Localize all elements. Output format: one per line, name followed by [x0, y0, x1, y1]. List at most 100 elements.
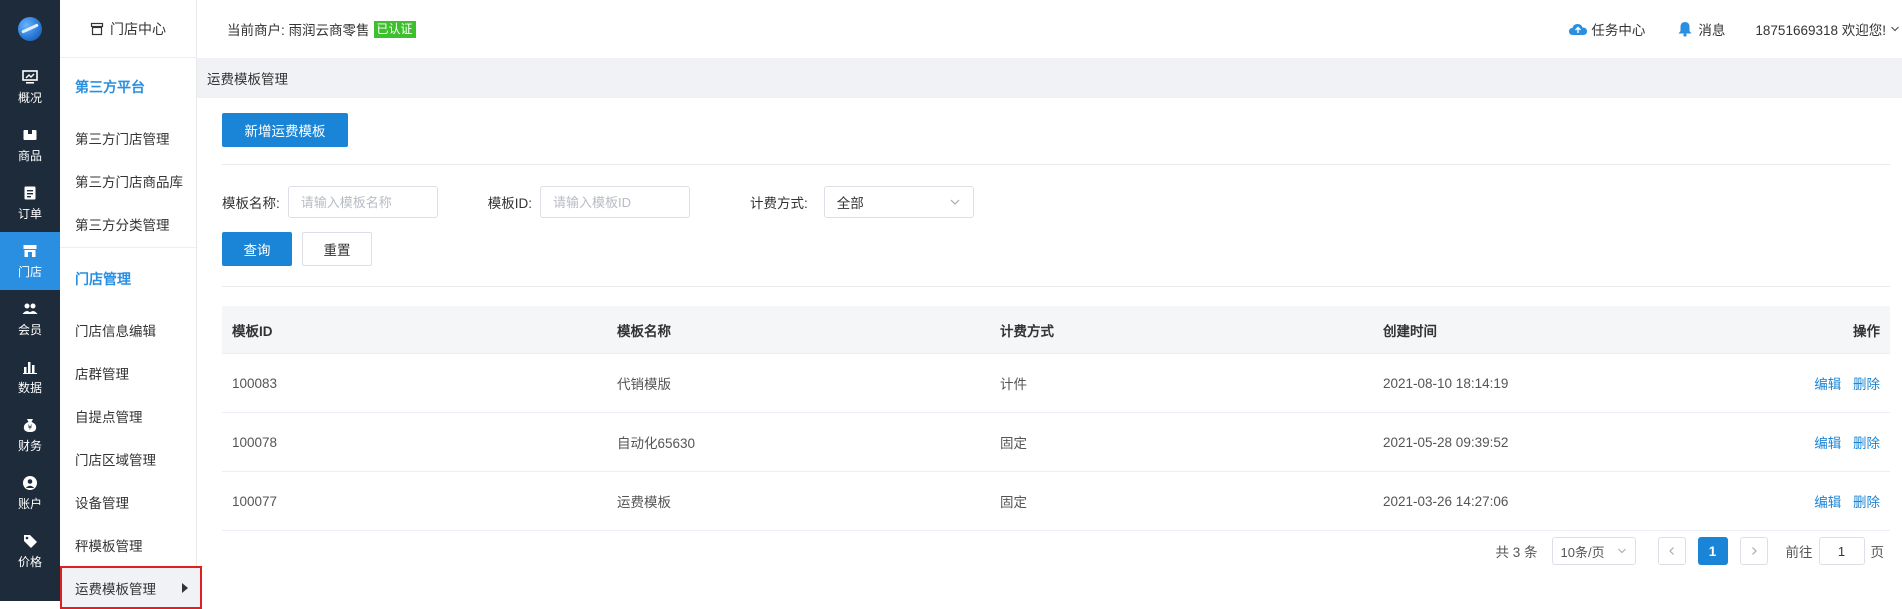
- chevron-right-icon: [1751, 547, 1757, 555]
- submenu-item-third-party-store[interactable]: 第三方门店管理: [60, 116, 196, 159]
- add-shipping-template-button[interactable]: 新增运费模板: [222, 113, 348, 147]
- prev-page-button[interactable]: [1657, 537, 1686, 565]
- column-header-actions: 操作: [1853, 323, 1880, 339]
- rail-item-account[interactable]: 账户: [0, 464, 60, 522]
- cell-id: 100078: [232, 434, 278, 450]
- edit-link[interactable]: 编辑: [1814, 436, 1841, 451]
- delete-link[interactable]: 删除: [1853, 495, 1880, 510]
- submenu-header: 门店中心: [60, 0, 196, 58]
- rail-item-price[interactable]: 价格: [0, 522, 60, 580]
- submenu-item-third-party-category[interactable]: 第三方分类管理: [60, 202, 196, 245]
- template-id-label: 模板ID:: [487, 196, 533, 211]
- cell-created: 2021-08-10 18:14:19: [1383, 375, 1509, 391]
- cell-id: 100077: [232, 493, 278, 509]
- cell-billing: 计件: [1000, 377, 1027, 392]
- goto-label: 前往: [1785, 545, 1813, 560]
- price-tag-icon: [22, 533, 38, 549]
- main-content: 新增运费模板 模板名称: 模板ID: 计费方式: 全部 查询 重置 模板ID 模…: [207, 98, 1890, 601]
- submenu-item-third-party-goods[interactable]: 第三方门店商品库: [60, 159, 196, 202]
- rail-item-goods[interactable]: 商品: [0, 116, 60, 174]
- edit-link[interactable]: 编辑: [1814, 495, 1841, 510]
- cell-actions: 编辑 删除: [1756, 491, 1890, 511]
- template-id-input[interactable]: [540, 186, 691, 218]
- rail-item-finance[interactable]: ¥ 财务: [0, 406, 60, 464]
- column-header-name: 模板名称: [617, 323, 671, 339]
- rail-item-label: 商品: [17, 148, 42, 163]
- cell-billing: 固定: [1000, 436, 1027, 451]
- cell-name: 运费模板: [617, 495, 671, 510]
- submenu-item-store-area[interactable]: 门店区域管理: [60, 437, 196, 480]
- user-greeting[interactable]: 18751669318 欢迎您!: [1755, 19, 1886, 39]
- column-header-id: 模板ID: [232, 323, 273, 339]
- template-name-label: 模板名称:: [222, 196, 280, 211]
- pagination: 共 3 条 10条/页 1 前往 页: [1495, 536, 1890, 566]
- box-icon: [22, 127, 38, 143]
- goto-page-input[interactable]: [1818, 537, 1865, 565]
- table-row: 100083 代销模版 计件 2021-08-10 18:14:19 编辑 删除: [222, 354, 1890, 413]
- rail-item-label: 门店: [17, 264, 42, 279]
- rail-item-store[interactable]: 门店: [0, 232, 60, 290]
- breadcrumb-current: 运费模板管理: [207, 72, 288, 87]
- bell-icon: [1678, 22, 1692, 37]
- menu-divider: [60, 247, 196, 248]
- group-title-third-party: 第三方平台: [75, 79, 145, 95]
- submenu-item-label: 运费模板管理: [75, 581, 156, 597]
- submenu-item-shipping-template[interactable]: 运费模板管理: [60, 566, 202, 609]
- cell-created: 2021-05-28 09:39:52: [1383, 434, 1509, 450]
- chevron-left-icon: [1668, 547, 1674, 555]
- query-button[interactable]: 查询: [222, 232, 292, 266]
- page-number-button[interactable]: 1: [1697, 537, 1728, 565]
- bar-chart-icon: [22, 359, 38, 375]
- account-icon: [22, 475, 38, 491]
- rail-item-label: 财务: [17, 438, 42, 453]
- messages-label: 消息: [1698, 23, 1726, 38]
- total-count: 共 3 条: [1495, 545, 1538, 560]
- money-bag-icon: ¥: [22, 417, 38, 433]
- shipping-template-table: 模板ID 模板名称 计费方式 创建时间 操作 100083 代销模版 计件 20…: [222, 306, 1890, 531]
- submenu-item-scale-template[interactable]: 秤模板管理: [60, 523, 196, 566]
- store-center-menu: 门店中心 第三方平台 第三方门店管理 第三方门店商品库 第三方分类管理 门店管理…: [60, 0, 202, 609]
- group-title-store-management: 门店管理: [75, 271, 131, 287]
- rail-item-data[interactable]: 数据: [0, 348, 60, 406]
- messages-button[interactable]: 消息: [1675, 19, 1725, 39]
- rail-item-label: 数据: [17, 380, 42, 395]
- submenu-item-pickup-point[interactable]: 自提点管理: [60, 394, 196, 437]
- submenu-item-store-info[interactable]: 门店信息编辑: [60, 308, 196, 351]
- table-row: 100077 运费模板 固定 2021-03-26 14:27:06 编辑 删除: [222, 472, 1890, 531]
- page-size-select[interactable]: 10条/页: [1551, 537, 1636, 565]
- cell-id: 100083: [232, 375, 278, 391]
- page-size-value: 10条/页: [1560, 544, 1605, 560]
- rail-item-overview[interactable]: 概况: [0, 58, 60, 116]
- delete-link[interactable]: 删除: [1853, 377, 1880, 392]
- billing-method-value: 全部: [836, 196, 864, 211]
- delete-link[interactable]: 删除: [1853, 436, 1880, 451]
- rail-item-label: 概况: [17, 90, 42, 105]
- submenu-item-store-group[interactable]: 店群管理: [60, 351, 196, 394]
- cell-actions: 编辑 删除: [1756, 432, 1890, 452]
- cell-billing: 固定: [1000, 495, 1027, 510]
- cell-name: 代销模版: [617, 377, 671, 392]
- task-center-label: 任务中心: [1591, 23, 1646, 38]
- divider: [222, 286, 1890, 287]
- table-row: 100078 自动化65630 固定 2021-05-28 09:39:52 编…: [222, 413, 1890, 472]
- task-center-button[interactable]: 任务中心: [1568, 19, 1645, 39]
- reset-button[interactable]: 重置: [302, 232, 372, 266]
- chevron-down-icon: [950, 199, 960, 205]
- rail-item-orders[interactable]: 订单: [0, 174, 60, 232]
- edit-link[interactable]: 编辑: [1814, 377, 1841, 392]
- submenu-item-device[interactable]: 设备管理: [60, 480, 196, 523]
- billing-method-label: 计费方式:: [750, 196, 808, 211]
- top-header: 当前商户: 雨润云商零售 已认证 任务中心 消息 18751669318 欢迎您…: [197, 0, 1902, 58]
- template-name-input[interactable]: [287, 186, 438, 218]
- chevron-down-icon[interactable]: [1890, 24, 1900, 34]
- rail-item-members[interactable]: 会员: [0, 290, 60, 348]
- divider: [222, 164, 1890, 165]
- app-logo[interactable]: [0, 0, 60, 58]
- caret-right-icon: [182, 582, 188, 593]
- next-page-button[interactable]: [1739, 537, 1768, 565]
- cell-actions: 编辑 删除: [1756, 373, 1890, 393]
- cloud-upload-icon: [1569, 24, 1588, 35]
- cell-name: 自动化65630: [617, 436, 696, 451]
- billing-method-select[interactable]: 全部: [823, 186, 974, 218]
- store-icon: [90, 22, 104, 36]
